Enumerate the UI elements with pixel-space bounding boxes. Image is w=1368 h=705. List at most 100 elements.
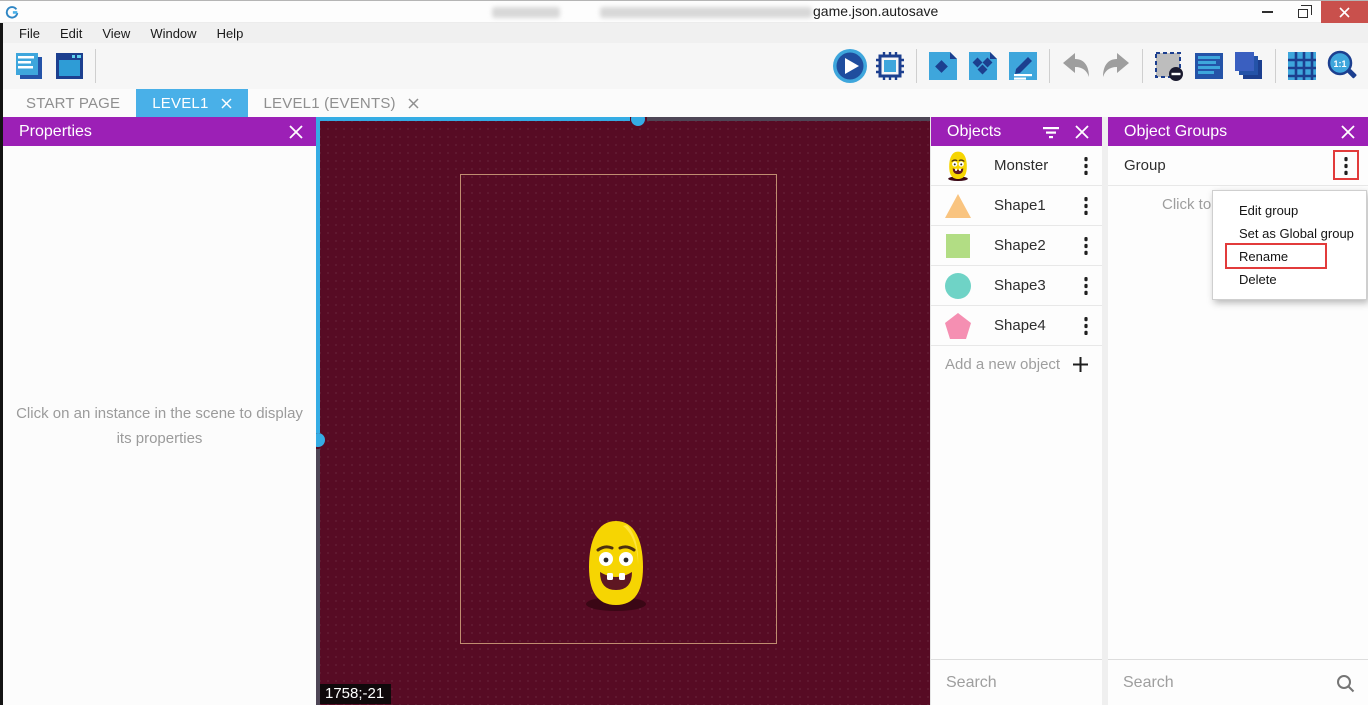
grid-button[interactable] (1282, 46, 1322, 86)
triangle-thumbnail-icon (942, 190, 974, 222)
layers-button[interactable] (1229, 46, 1269, 86)
cursor-coordinates: 1758;-21 (320, 684, 391, 704)
redo-button[interactable] (1096, 46, 1136, 86)
object-name: Shape1 (994, 197, 1084, 214)
menu-file[interactable]: File (9, 26, 50, 41)
horizontal-scrollbar-track[interactable] (647, 117, 930, 121)
panel-title: Objects (947, 123, 1028, 141)
objects-editor-icon (926, 49, 960, 83)
horizontal-scrollbar-handle[interactable] (631, 117, 645, 126)
vertical-scrollbar-handle[interactable] (316, 433, 325, 447)
objects-editor-button[interactable] (923, 46, 963, 86)
group-menu-button[interactable] (1344, 157, 1348, 175)
project-manager-icon (12, 50, 46, 82)
horizontal-scrollbar[interactable] (316, 117, 630, 121)
play-button[interactable] (830, 46, 870, 86)
layers-list-button[interactable] (1189, 46, 1229, 86)
panel-title: Properties (19, 123, 274, 141)
close-icon (1339, 7, 1350, 18)
object-menu-button[interactable] (1084, 277, 1088, 295)
panel-title: Object Groups (1124, 123, 1326, 141)
annotation-highlight-box (1333, 150, 1359, 180)
add-object-button[interactable]: Add a new object (931, 346, 1102, 382)
kebab-menu-icon (1084, 277, 1088, 295)
menu-view[interactable]: View (92, 26, 140, 41)
close-panel-button[interactable] (1340, 124, 1356, 140)
debug-button[interactable] (870, 46, 910, 86)
layers-icon (1232, 50, 1266, 82)
gdevelop-window: game.json.autosave File Edit View Window… (0, 0, 1368, 705)
remove-mask-icon (1152, 49, 1186, 83)
properties-empty-message: Click on an instance in the scene to dis… (3, 401, 316, 451)
close-panel-button[interactable] (288, 124, 304, 140)
window-title: game.json.autosave (813, 3, 938, 19)
filter-button[interactable] (1042, 125, 1060, 139)
objects-panel-empty-space (931, 382, 1102, 659)
menu-edit[interactable]: Edit (50, 26, 92, 41)
object-menu-button[interactable] (1084, 157, 1088, 175)
groups-search-bar (1108, 659, 1368, 705)
menu-window[interactable]: Window (140, 26, 206, 41)
toolbar-divider (1142, 49, 1143, 83)
properties-panel-header: Properties (3, 117, 316, 146)
scene-canvas[interactable]: 1758;-21 (316, 117, 930, 705)
tab-start-page[interactable]: START PAGE (10, 89, 136, 117)
menu-bar: File Edit View Window Help (0, 23, 1368, 43)
main-area: Properties Click on an instance in the s… (0, 117, 1368, 705)
tab-level1-events[interactable]: LEVEL1 (EVENTS) (248, 89, 435, 117)
undo-icon (1059, 51, 1093, 81)
menu-item-delete[interactable]: Delete (1213, 268, 1366, 291)
kebab-menu-icon (1084, 237, 1088, 255)
object-menu-button[interactable] (1084, 237, 1088, 255)
object-groups-icon (966, 49, 1000, 83)
menu-help[interactable]: Help (207, 26, 254, 41)
object-row-shape1[interactable]: Shape1 (931, 186, 1102, 226)
undo-button[interactable] (1056, 46, 1096, 86)
circle-thumbnail-icon (942, 270, 974, 302)
close-button[interactable] (1321, 1, 1368, 23)
tab-close-button[interactable] (408, 98, 419, 109)
vertical-scrollbar-track[interactable] (316, 449, 320, 705)
object-groups-button[interactable] (963, 46, 1003, 86)
groups-hint-text: Click to (1162, 196, 1211, 213)
toolbar: 1:1 (0, 43, 1368, 89)
close-icon (408, 98, 419, 109)
close-panel-button[interactable] (1074, 124, 1090, 140)
close-icon (288, 124, 304, 140)
scene-editor-button[interactable] (49, 46, 89, 86)
remove-mask-button[interactable] (1149, 46, 1189, 86)
object-row-shape3[interactable]: Shape3 (931, 266, 1102, 306)
object-groups-body: Click to Edit group Set as Global group … (1108, 186, 1368, 659)
tab-close-button[interactable] (221, 98, 232, 109)
properties-edit-button[interactable] (1003, 46, 1043, 86)
project-manager-button[interactable] (9, 46, 49, 86)
toolbar-divider (95, 49, 96, 83)
restore-icon (1298, 9, 1308, 18)
annotation-highlight-box (1225, 243, 1327, 269)
restore-button[interactable] (1285, 1, 1321, 23)
tab-label: LEVEL1 (152, 95, 208, 112)
toolbar-divider (1049, 49, 1050, 83)
object-row-monster[interactable]: Monster (931, 146, 1102, 186)
monster-instance[interactable] (583, 519, 649, 611)
tab-level1[interactable]: LEVEL1 (136, 89, 247, 117)
menu-item-edit-group[interactable]: Edit group (1213, 199, 1366, 222)
properties-edit-icon (1006, 49, 1040, 83)
objects-search-bar (931, 659, 1102, 705)
object-row-shape2[interactable]: Shape2 (931, 226, 1102, 266)
minimize-button[interactable] (1249, 1, 1285, 23)
object-menu-button[interactable] (1084, 197, 1088, 215)
gdevelop-logo-icon (5, 5, 19, 19)
object-row-shape4[interactable]: Shape4 (931, 306, 1102, 346)
object-menu-button[interactable] (1084, 317, 1088, 335)
group-row[interactable]: Group (1108, 146, 1368, 186)
objects-panel: Objects (930, 117, 1102, 705)
vertical-scrollbar[interactable] (316, 117, 320, 433)
add-object-label: Add a new object (945, 356, 1073, 373)
groups-search-input[interactable] (1123, 674, 1336, 692)
menu-item-set-global-group[interactable]: Set as Global group (1213, 222, 1366, 245)
monster-thumbnail-icon (942, 150, 974, 182)
zoom-1-1-button[interactable]: 1:1 (1322, 46, 1362, 86)
filter-icon (1042, 125, 1060, 139)
close-icon (1340, 124, 1356, 140)
